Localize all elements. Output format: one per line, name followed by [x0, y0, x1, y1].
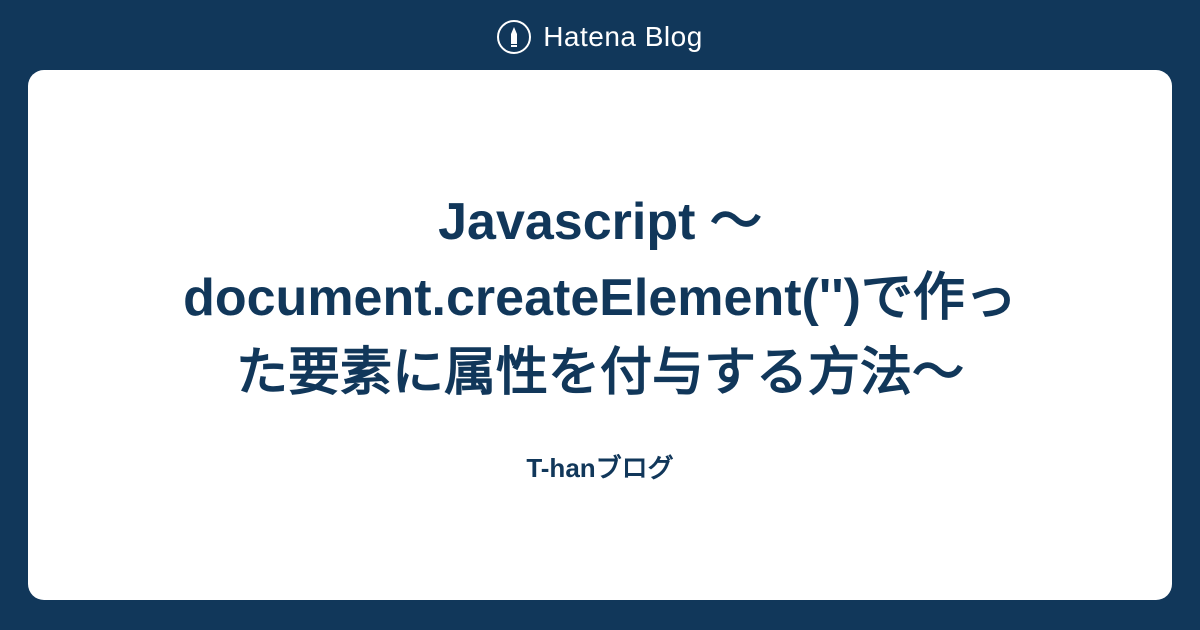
article-title: Javascript ～document.createElement('')で作…: [160, 185, 1040, 411]
blog-name: T-hanブログ: [526, 448, 673, 485]
brand-text: Hatena Blog: [543, 21, 703, 53]
content-card: Javascript ～document.createElement('')で作…: [28, 70, 1172, 600]
header: Hatena Blog: [497, 0, 703, 70]
pen-logo-icon: [497, 20, 531, 54]
